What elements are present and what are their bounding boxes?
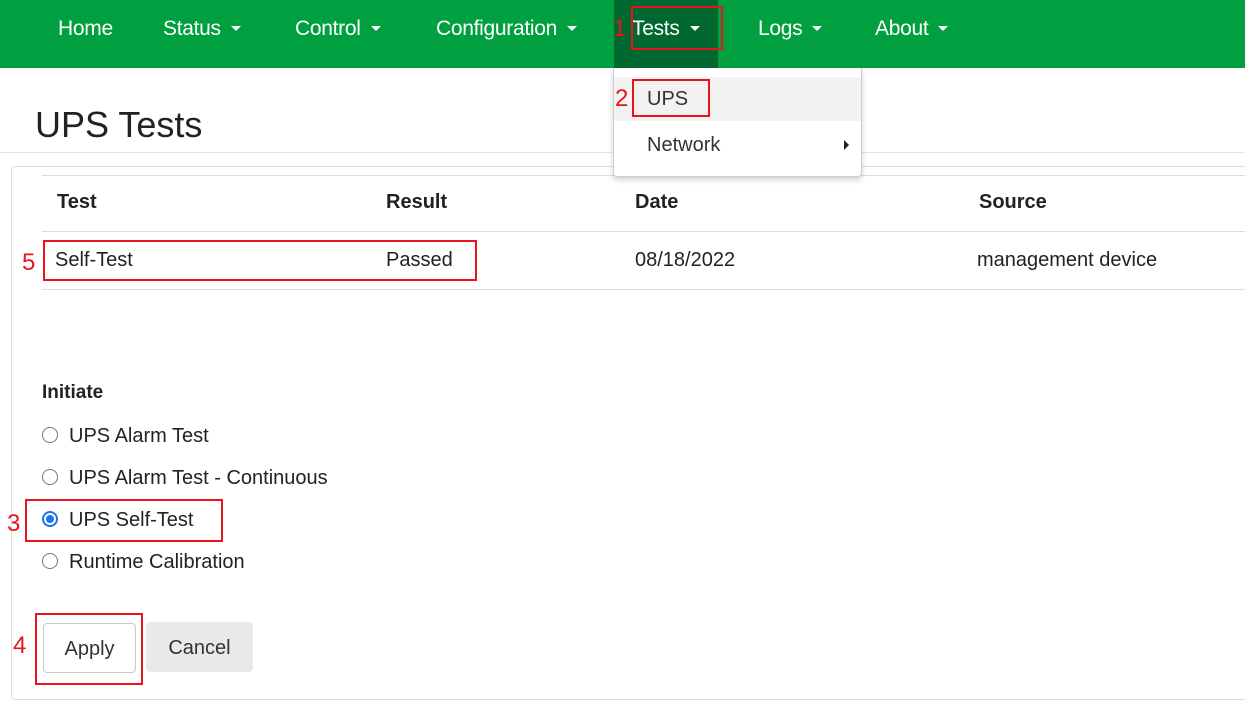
- table-header-divider: [42, 231, 1245, 232]
- annotation-number-5: 5: [22, 249, 36, 276]
- caret-down-icon: [370, 25, 381, 31]
- menu-item-ups[interactable]: UPS: [614, 77, 861, 121]
- nav-about[interactable]: About: [875, 0, 949, 58]
- radio-button[interactable]: [42, 427, 58, 443]
- table-bottom-border: [42, 289, 1245, 290]
- annotation-number-1: 1: [613, 15, 627, 42]
- tests-dropdown-menu: UPS Network: [613, 68, 862, 177]
- page-title: UPS Tests: [35, 104, 203, 145]
- initiate-label: Initiate: [42, 382, 104, 403]
- caret-down-icon: [812, 25, 823, 31]
- annotation-number-3: 3: [7, 510, 21, 537]
- caret-down-icon: [938, 25, 949, 31]
- annotation-number-4: 4: [13, 632, 27, 659]
- radio-label: UPS Self-Test: [69, 509, 194, 531]
- column-header-source: Source: [979, 191, 1047, 213]
- menu-item-network[interactable]: Network: [614, 123, 861, 167]
- nav-home[interactable]: Home: [58, 0, 113, 58]
- caret-down-icon: [567, 25, 578, 31]
- cell-date: 08/18/2022: [635, 249, 736, 271]
- apply-button[interactable]: Apply: [43, 623, 136, 673]
- column-header-date: Date: [635, 191, 679, 213]
- nav-tests[interactable]: Tests: [614, 0, 718, 68]
- nav-configuration[interactable]: Configuration: [436, 0, 578, 58]
- chevron-right-icon: [844, 140, 849, 150]
- radio-button[interactable]: [42, 553, 58, 569]
- caret-down-icon: [689, 25, 700, 31]
- column-header-result: Result: [386, 191, 448, 213]
- radio-button[interactable]: [42, 469, 58, 485]
- menu-item-network-label: Network: [647, 134, 721, 156]
- nav-tests-label: Tests: [632, 17, 680, 40]
- annotation-number-2: 2: [615, 85, 629, 112]
- nav-about-label: About: [875, 17, 929, 40]
- nav-configuration-label: Configuration: [436, 17, 558, 40]
- menu-item-ups-label: UPS: [647, 88, 689, 110]
- column-header-test: Test: [57, 191, 97, 213]
- nav-control[interactable]: Control: [295, 0, 381, 58]
- caret-down-icon: [230, 25, 241, 31]
- nav-home-label: Home: [58, 17, 113, 40]
- nav-status[interactable]: Status: [163, 0, 241, 58]
- nav-logs[interactable]: Logs: [758, 0, 823, 58]
- cancel-button[interactable]: Cancel: [146, 622, 253, 672]
- radio-label: UPS Alarm Test: [69, 425, 209, 447]
- nav-control-label: Control: [295, 17, 361, 40]
- nav-logs-label: Logs: [758, 17, 803, 40]
- radio-button-selected[interactable]: [42, 511, 58, 527]
- cell-source: management device: [977, 249, 1158, 271]
- cell-test: Self-Test: [55, 249, 133, 271]
- cell-result: Passed: [386, 249, 453, 271]
- nav-status-label: Status: [163, 17, 221, 40]
- radio-label: Runtime Calibration: [69, 551, 245, 573]
- radio-label: UPS Alarm Test - Continuous: [69, 467, 328, 489]
